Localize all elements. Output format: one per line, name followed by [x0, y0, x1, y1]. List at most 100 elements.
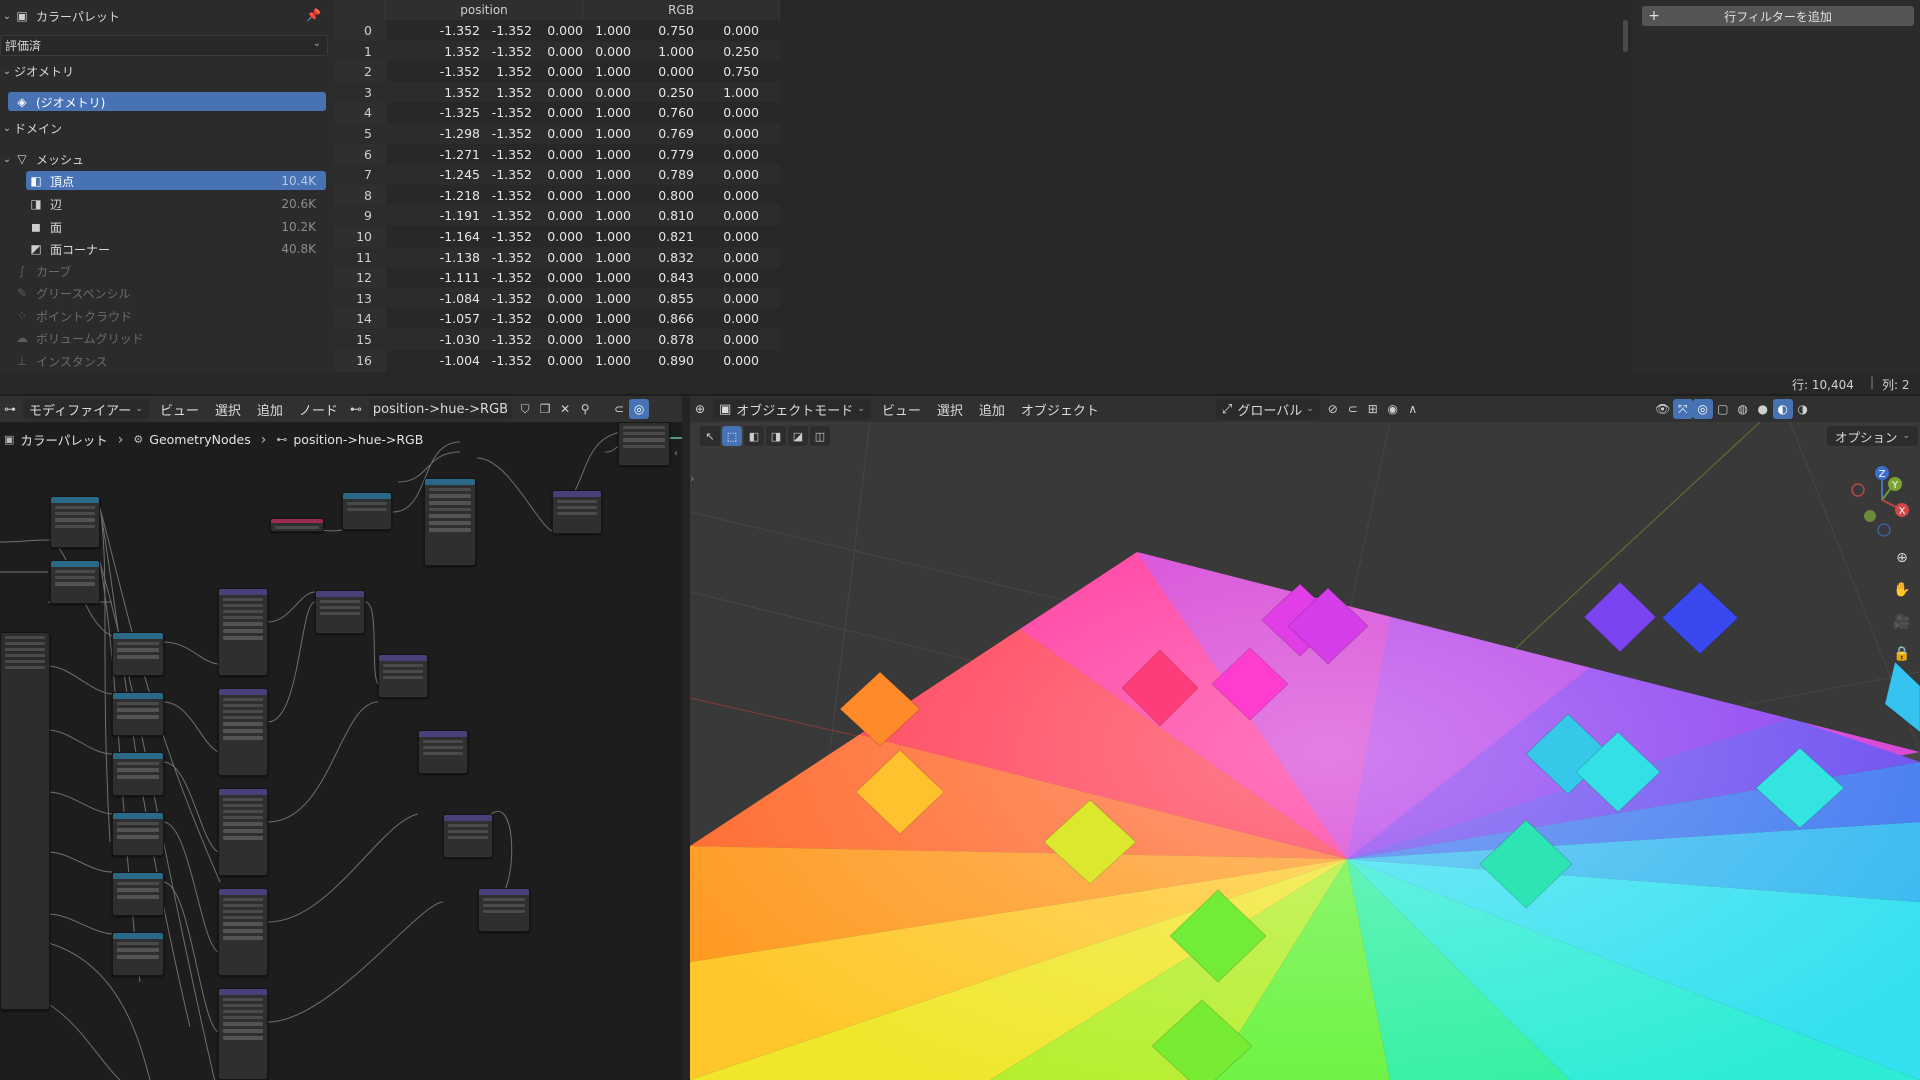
pin-icon[interactable]: 📌: [306, 8, 321, 22]
frame-node[interactable]: [0, 632, 50, 1010]
overlay-icon[interactable]: ◎: [1692, 399, 1713, 419]
vector-math-node[interactable]: [478, 888, 530, 932]
visibility-icon[interactable]: 👁: [1653, 399, 1673, 419]
rgb-b: 0.000: [723, 290, 759, 306]
duplicate-icon[interactable]: ❐: [535, 399, 555, 419]
menu-node[interactable]: ノード: [291, 400, 346, 419]
mode-dropdown[interactable]: ▣ オブジェクトモード ⌄: [713, 399, 871, 419]
lock-icon[interactable]: 🔒: [1890, 642, 1914, 666]
node[interactable]: [112, 932, 164, 976]
menu-add[interactable]: 追加: [249, 400, 291, 419]
chevron-down-icon: ⌄: [2, 65, 12, 77]
select-extend-icon[interactable]: ◧: [744, 426, 764, 446]
xray-icon[interactable]: ▢: [1713, 399, 1733, 419]
fake-user-shield-icon[interactable]: ⛉: [515, 399, 535, 419]
cursor-tool-icon[interactable]: ↖: [700, 426, 720, 446]
select-box-icon[interactable]: ⬚: [722, 426, 742, 446]
node[interactable]: [112, 812, 164, 856]
mesh-row[interactable]: ⌄ ▽ メッシュ: [0, 149, 84, 169]
menu-view[interactable]: ビュー: [874, 400, 929, 419]
pivot-icon[interactable]: ⊘: [1323, 399, 1343, 419]
node[interactable]: [50, 560, 100, 604]
mix-node[interactable]: [218, 988, 268, 1080]
node[interactable]: [50, 496, 100, 548]
mix-node[interactable]: [218, 688, 268, 776]
map-range-node[interactable]: [424, 478, 476, 566]
transform-orientation-dropdown[interactable]: ⤢ グローバル ⌄: [1215, 399, 1320, 419]
geometry-section-label: ジオメトリ: [14, 64, 75, 79]
node-group-field[interactable]: position->hue->RGB: [368, 399, 513, 419]
node-editor[interactable]: ▣ カラーパレット › ⚙ GeometryNodes › ⊷ position…: [0, 422, 682, 1080]
column-header-rgb[interactable]: RGB: [583, 0, 780, 20]
snap-target-icon[interactable]: ⊞: [1363, 399, 1383, 419]
store-attribute-node[interactable]: [618, 422, 670, 466]
snap-icon[interactable]: ⊂: [609, 399, 629, 419]
options-dropdown[interactable]: オプション ⌄: [1826, 426, 1918, 446]
gizmo-neg-x[interactable]: [1851, 483, 1865, 497]
toolbar-toggle-icon[interactable]: ›: [690, 472, 694, 485]
node[interactable]: [112, 872, 164, 916]
area-splitter[interactable]: [682, 396, 690, 1080]
select-intersect-icon[interactable]: ◫: [810, 426, 830, 446]
falloff-icon[interactable]: ∧: [1403, 399, 1423, 419]
node[interactable]: [342, 492, 392, 530]
node[interactable]: [112, 752, 164, 796]
menu-select[interactable]: 選択: [207, 400, 249, 419]
domain-item-vertex[interactable]: ◧ 頂点 10.4K: [28, 171, 326, 191]
breadcrumb-modifier[interactable]: GeometryNodes: [149, 432, 250, 447]
menu-view[interactable]: ビュー: [152, 400, 207, 419]
node[interactable]: [112, 692, 164, 736]
material-shading-icon[interactable]: ◐: [1772, 399, 1793, 419]
select-invert-icon[interactable]: ◪: [788, 426, 808, 446]
domain-item-face-corner[interactable]: ◩ 面コーナー 40.8K: [28, 239, 326, 259]
vector-math-node[interactable]: [378, 654, 428, 698]
menu-add[interactable]: 追加: [971, 400, 1013, 419]
add-row-filter-button[interactable]: + 行フィルターを追加: [1642, 6, 1914, 26]
mix-node[interactable]: [218, 888, 268, 976]
zoom-icon[interactable]: ⊕: [1890, 546, 1914, 570]
gizmo-icon[interactable]: ⤧: [1672, 399, 1693, 419]
editor-type-icon[interactable]: ⊕: [690, 399, 710, 419]
solid-shading-icon[interactable]: ●: [1753, 399, 1773, 419]
rendered-shading-icon[interactable]: ◑: [1793, 399, 1813, 419]
proportional-edit-icon[interactable]: ◉: [1383, 399, 1403, 419]
mix-node[interactable]: [218, 588, 268, 676]
node-tree-icon[interactable]: ⊷: [346, 399, 366, 419]
chevron-down-icon[interactable]: ⌄: [0, 11, 14, 22]
editor-type-icon[interactable]: ⊶: [0, 399, 20, 419]
column-header-position[interactable]: position: [386, 0, 583, 20]
modifier-dropdown[interactable]: モディファイアー ⌄: [23, 399, 149, 419]
menu-select[interactable]: 選択: [929, 400, 971, 419]
domain-item-edge[interactable]: ◨ 辺 20.6K: [28, 194, 326, 214]
gizmo-neg-z[interactable]: [1877, 523, 1891, 537]
camera-icon[interactable]: 🎥: [1890, 610, 1914, 634]
overlay-icon[interactable]: ◎: [629, 399, 650, 419]
wireframe-shading-icon[interactable]: ◍: [1733, 399, 1753, 419]
select-subtract-icon[interactable]: ◨: [766, 426, 786, 446]
geometry-item[interactable]: ◈ (ジオメトリ): [14, 92, 105, 112]
navigation-gizmo[interactable]: Z Y X: [1850, 464, 1910, 540]
pan-hand-icon[interactable]: ✋: [1890, 578, 1914, 602]
breadcrumb-node-group[interactable]: position->hue->RGB: [293, 432, 423, 447]
snap-icon[interactable]: ⊂: [1343, 399, 1363, 419]
breadcrumb-object[interactable]: カラーパレット: [20, 430, 107, 449]
mix-node[interactable]: [218, 788, 268, 876]
evaluation-dropdown[interactable]: 評価済 ⌄: [0, 35, 328, 56]
3d-viewport[interactable]: ↖ ⬚ ◧ ◨ ◪ ◫ オプション ⌄ › Z Y X ⊕ ✋ 🎥 🔒: [690, 422, 1920, 1080]
vector-math-node[interactable]: [315, 590, 365, 634]
input-node[interactable]: [270, 518, 324, 532]
sidebar-toggle-icon[interactable]: ‹: [674, 448, 678, 459]
gizmo-neg-y[interactable]: [1864, 510, 1876, 522]
node[interactable]: [552, 490, 602, 534]
object-row[interactable]: ⌄ ▣ カラーパレット: [0, 6, 120, 26]
domain-item-face[interactable]: ◼ 面 10.2K: [28, 217, 326, 237]
table-scrollbar[interactable]: [1623, 20, 1628, 52]
geometry-section[interactable]: ⌄ ジオメトリ: [0, 61, 74, 81]
vector-math-node[interactable]: [443, 814, 493, 858]
menu-object[interactable]: オブジェクト: [1013, 400, 1107, 419]
node[interactable]: [112, 632, 164, 676]
pin-icon[interactable]: ⚲: [575, 399, 595, 419]
vector-math-node[interactable]: [418, 730, 468, 774]
domain-section[interactable]: ⌄ ドメイン: [0, 118, 62, 138]
close-icon[interactable]: ✕: [555, 399, 575, 419]
